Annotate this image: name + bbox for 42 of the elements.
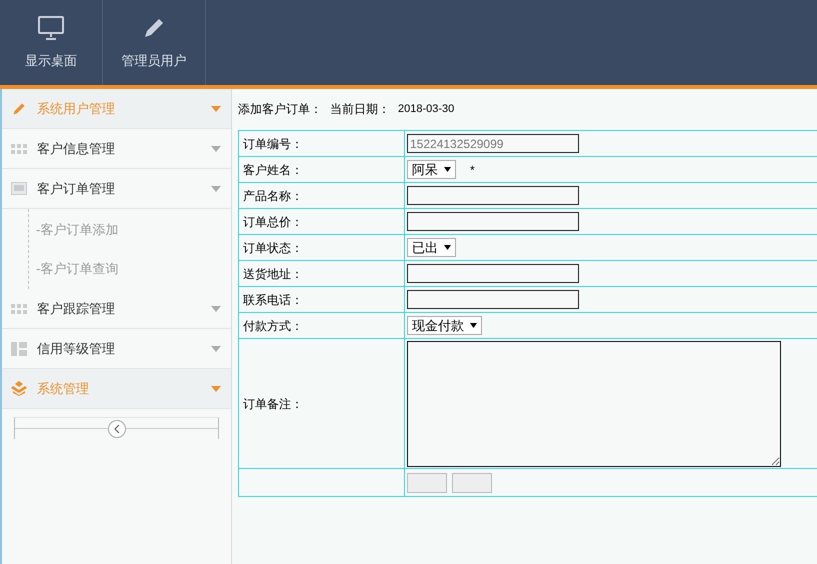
text-input-field[interactable]: [407, 186, 579, 205]
chevron-left-icon: [114, 424, 120, 432]
field-label: 订单状态：: [239, 235, 405, 260]
field-label: 联系电话：: [239, 287, 405, 312]
grid-icon: [11, 144, 27, 154]
layout-icon: [11, 342, 27, 356]
caret-icon: [444, 245, 451, 250]
field-label: 订单编号：: [239, 131, 405, 156]
field-label: 订单备注：: [239, 339, 405, 468]
text-input-field[interactable]: [407, 212, 579, 231]
field-label: 订单总价：: [239, 209, 405, 234]
field-label: 付款方式：: [239, 313, 405, 338]
select-dropdown[interactable]: 已出: [407, 238, 456, 257]
field-label: 产品名称：: [239, 183, 405, 208]
text-input-field[interactable]: [407, 264, 579, 283]
text-input-field[interactable]: [407, 290, 579, 309]
image-icon: [11, 182, 27, 195]
field-label: 送货地址：: [239, 261, 405, 286]
select-dropdown[interactable]: 现金付款: [407, 316, 482, 335]
caret-icon: [211, 106, 221, 112]
date-label: 当前日期：: [330, 101, 390, 118]
date-value: 2018-03-30: [398, 102, 454, 117]
caret-icon: [470, 323, 477, 328]
required-mark: *: [470, 162, 475, 178]
monitor-icon: [37, 14, 65, 41]
caret-icon: [444, 167, 451, 172]
caret-icon: [211, 306, 221, 312]
collapse-button[interactable]: [108, 420, 126, 438]
caret-icon: [211, 386, 221, 392]
grid-icon: [11, 304, 27, 314]
pencil-icon: [11, 100, 27, 116]
sidebar-item[interactable]: 客户订单管理: [2, 169, 231, 209]
caret-icon: [211, 346, 221, 352]
sidebar-item[interactable]: 客户跟踪管理: [2, 289, 231, 329]
sidebar-item[interactable]: 客户信息管理: [2, 129, 231, 169]
box-icon: [11, 381, 27, 396]
select-dropdown[interactable]: 阿呆: [407, 160, 456, 179]
form-title: 添加客户订单：: [238, 101, 322, 118]
field-label: 客户姓名：: [239, 157, 405, 182]
caret-icon: [211, 186, 221, 192]
text-input-field[interactable]: 15224132529099: [407, 134, 579, 153]
caret-icon: [211, 146, 221, 152]
